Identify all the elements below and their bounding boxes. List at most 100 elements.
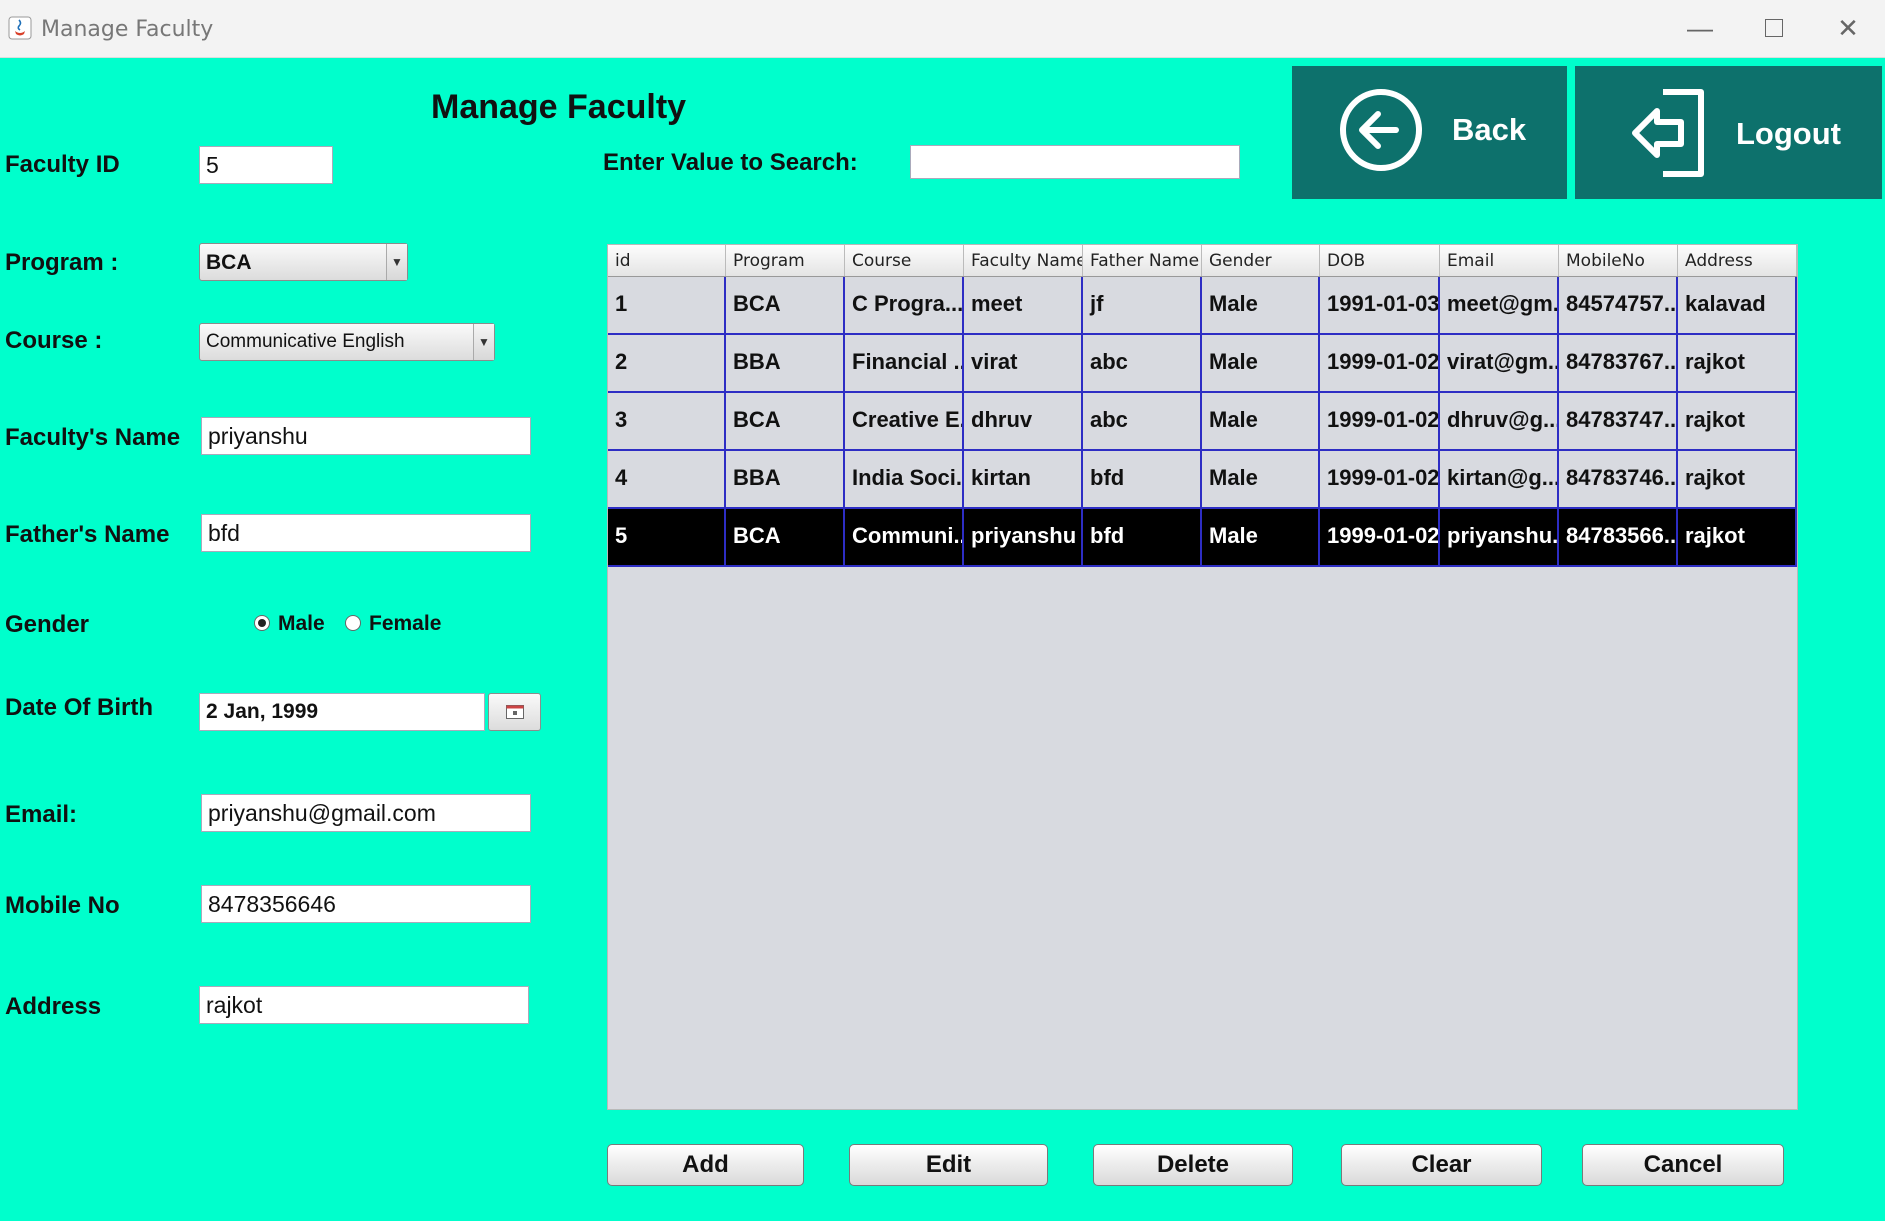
table-cell: 84783767... [1559, 335, 1678, 393]
address-field[interactable]: rajkot [199, 986, 529, 1024]
table-row[interactable]: 4 BBA India Soci... kirtan bfd Male 1999-01-02… [608, 451, 1797, 509]
table-row[interactable]: 3BCACreative E...dhruvabcMale1999-01-02d… [608, 393, 1797, 451]
address-label: Address [5, 993, 102, 1020]
clear-button[interactable]: Clear [1341, 1144, 1542, 1186]
table-cell: 84783746... [1559, 451, 1678, 509]
email-field[interactable]: priyanshu@gmail.com [201, 794, 531, 832]
dob-field[interactable]: 2 Jan, 1999 [199, 693, 485, 731]
table-cell: BCA [726, 393, 845, 451]
mobile-field[interactable]: 8478356646 [201, 885, 531, 923]
program-label: Program : [5, 249, 119, 276]
table-cell: rajkot [1678, 393, 1797, 451]
column-header[interactable]: DOB [1320, 245, 1440, 276]
faculty-name-field[interactable]: priyanshu [201, 417, 531, 455]
program-select[interactable]: BCA ▼ [199, 243, 408, 281]
column-header[interactable]: Gender [1202, 245, 1320, 276]
course-select[interactable]: Communicative English ▼ [199, 323, 495, 361]
edit-button[interactable]: Edit [849, 1144, 1048, 1186]
table-cell: C Progra... [845, 277, 964, 335]
column-header[interactable]: Program [726, 245, 845, 276]
add-button[interactable]: Add [607, 1144, 804, 1186]
title-bar: Manage Faculty — ✕ [0, 0, 1885, 58]
page-title: Manage Faculty [431, 88, 687, 126]
table-cell: bfd [1083, 451, 1202, 509]
table-cell: rajkot [1678, 335, 1797, 393]
table-cell: 4 [608, 451, 726, 509]
chevron-down-icon[interactable]: ▼ [386, 244, 407, 280]
table-cell: priyanshu... [1440, 509, 1559, 567]
column-header[interactable]: Email [1440, 245, 1559, 276]
table-row[interactable]: 5 BCA Communi... priyanshu bfd Male 1999-01-02… [608, 509, 1797, 567]
table-cell: kirtan@g... [1440, 451, 1559, 509]
back-arrow-icon [1340, 89, 1422, 171]
table-cell: rajkot [1678, 509, 1797, 567]
table-cell: meet@gm... [1440, 277, 1559, 335]
logout-button[interactable]: Logout [1575, 66, 1882, 199]
table-cell: 5 [608, 509, 726, 567]
gender-male-label: Male [278, 612, 325, 635]
table-cell: BBA [726, 451, 845, 509]
chevron-down-icon[interactable]: ▼ [473, 324, 494, 360]
table-cell: Financial ... [845, 335, 964, 393]
table-cell: 1 [608, 277, 726, 335]
table-row[interactable]: 2 BBA Financial ... virat abc Male 1999-01-02 v… [608, 335, 1797, 393]
table-cell: Communi... [845, 509, 964, 567]
table-header: id Program Course Faculty Name Father Name Ge… [608, 245, 1797, 277]
table-cell: meet [964, 277, 1083, 335]
calendar-icon [506, 705, 524, 719]
minimize-button[interactable]: — [1670, 8, 1730, 48]
program-selected-value: BCA [206, 251, 252, 274]
faculty-id-label: Faculty ID [5, 151, 120, 178]
logout-icon [1632, 89, 1704, 177]
column-header[interactable]: Address [1678, 245, 1797, 276]
column-header[interactable]: MobileNo [1559, 245, 1678, 276]
table-cell: kalavad [1678, 277, 1797, 335]
gender-male-radio[interactable] [254, 615, 270, 631]
course-selected-value: Communicative English [206, 331, 405, 352]
column-header[interactable]: id [608, 245, 726, 276]
delete-button[interactable]: Delete [1093, 1144, 1293, 1186]
gender-female-radio[interactable] [345, 615, 361, 631]
column-header[interactable]: Course [845, 245, 964, 276]
father-name-field[interactable]: bfd [201, 514, 531, 552]
table-cell: BCA [726, 509, 845, 567]
table-cell: BCA [726, 277, 845, 335]
close-button[interactable]: ✕ [1818, 8, 1878, 48]
table-cell: 84783747... [1559, 393, 1678, 451]
java-app-icon [8, 16, 32, 40]
table-cell: abc [1083, 335, 1202, 393]
cancel-button[interactable]: Cancel [1582, 1144, 1784, 1186]
dob-label: Date Of Birth [5, 694, 154, 721]
table-cell: India Soci... [845, 451, 964, 509]
calendar-button[interactable] [488, 693, 541, 731]
email-label: Email: [5, 801, 78, 828]
table-cell: jf [1083, 277, 1202, 335]
column-header[interactable]: Faculty Name [964, 245, 1083, 276]
father-name-label: Father's Name [5, 521, 170, 548]
back-label: Back [1452, 112, 1527, 147]
table-cell: virat [964, 335, 1083, 393]
table-cell: Male [1202, 451, 1320, 509]
table-cell: 1999-01-02 [1320, 335, 1440, 393]
faculty-table[interactable]: id Program Course Faculty Name Father Name Ge… [607, 244, 1798, 1110]
table-cell: 84574757... [1559, 277, 1678, 335]
maximize-button[interactable] [1744, 8, 1804, 48]
table-row[interactable]: 1 BCA C Progra... meet jf Male 1991-01-03 meet@… [608, 277, 1797, 335]
gender-female-label: Female [369, 612, 442, 635]
logout-label: Logout [1736, 116, 1842, 151]
faculty-id-field[interactable]: 5 [199, 146, 333, 184]
table-cell: abc [1083, 393, 1202, 451]
faculty-name-label: Faculty's Name [5, 424, 181, 451]
search-input[interactable] [910, 145, 1240, 179]
course-label: Course : [5, 327, 103, 354]
table-cell: 84783566... [1559, 509, 1678, 567]
table-cell: 2 [608, 335, 726, 393]
column-header[interactable]: Father Name [1083, 245, 1202, 276]
table-cell: Male [1202, 335, 1320, 393]
gender-label: Gender [5, 611, 90, 638]
table-cell: bfd [1083, 509, 1202, 567]
table-cell: Male [1202, 277, 1320, 335]
back-button[interactable]: Back [1292, 66, 1567, 199]
search-label: Enter Value to Search: [603, 149, 858, 176]
table-cell: 3 [608, 393, 726, 451]
